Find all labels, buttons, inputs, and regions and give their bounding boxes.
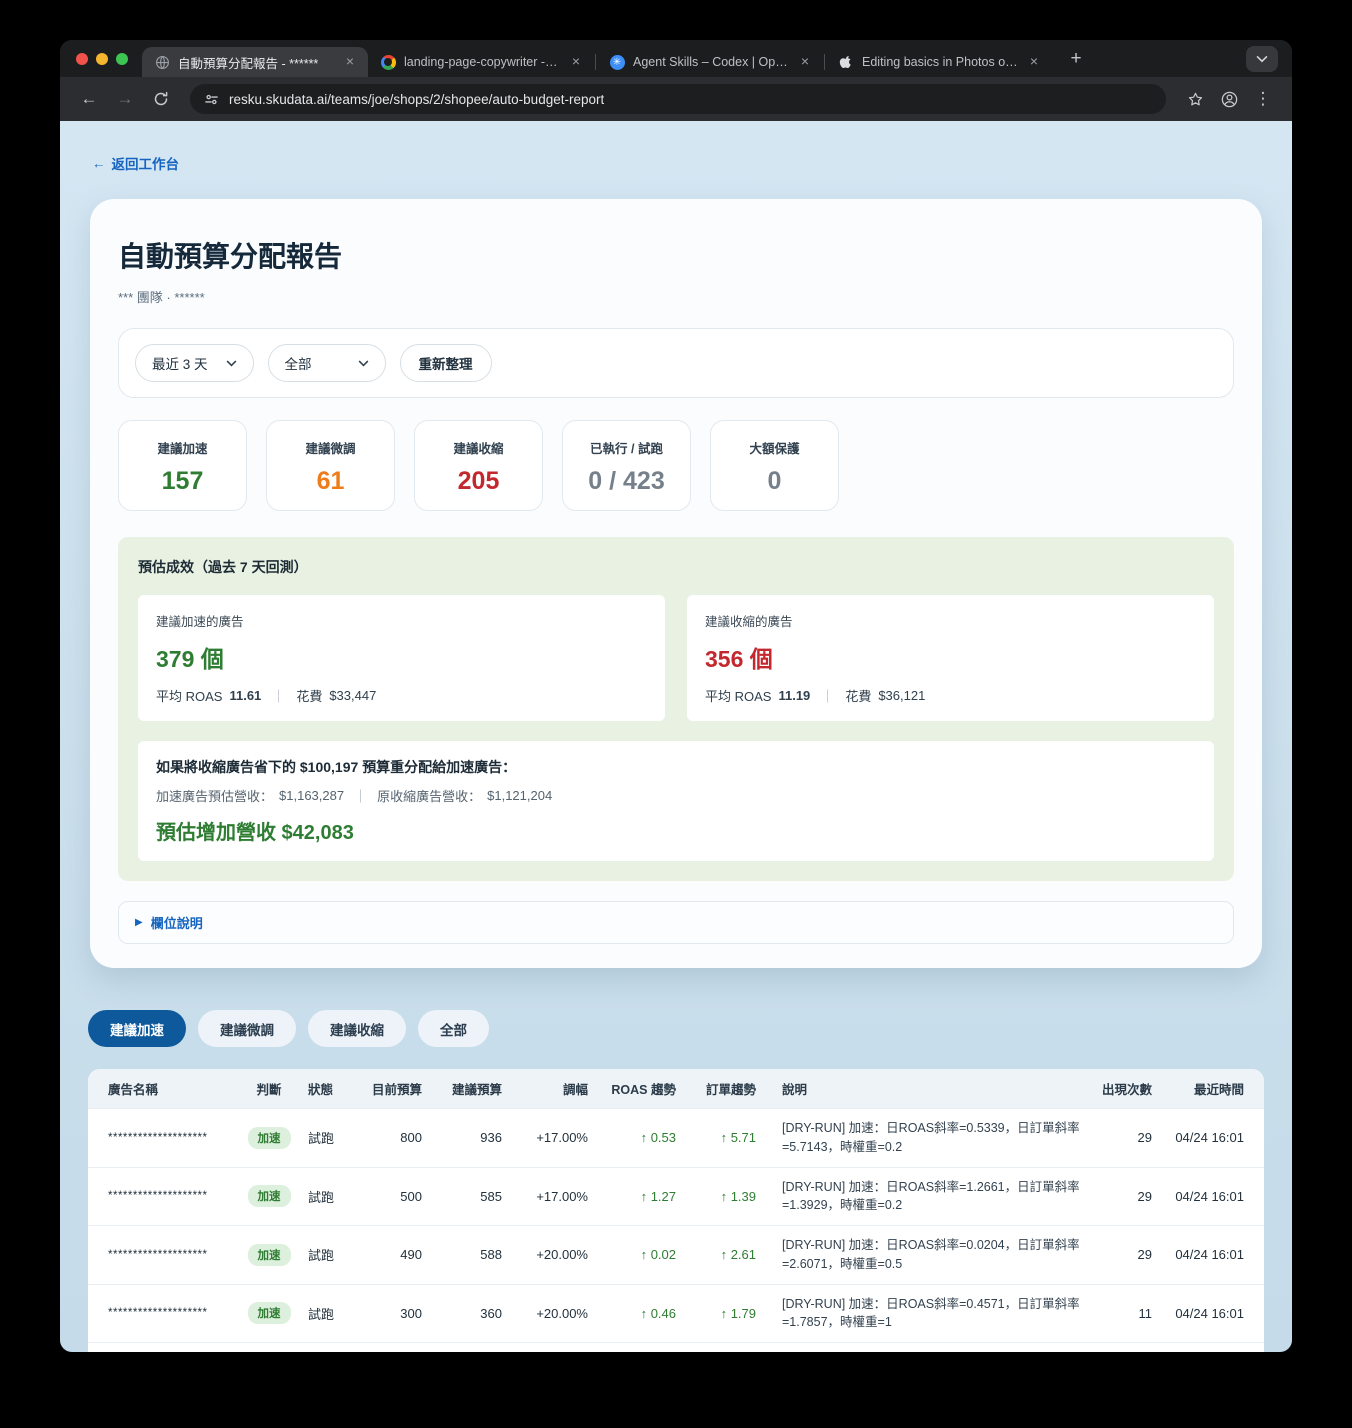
estimate-summary-card: 如果將收縮廣告省下的 $100,197 預算重分配給加速廣告： 加速廣告預估營收… — [138, 741, 1214, 861]
disclosure-triangle-icon: ▶ — [135, 917, 143, 928]
up-arrow-icon: ↑ — [720, 1305, 728, 1321]
tab-all[interactable]: 全部 — [418, 1010, 489, 1047]
stat-value: 0 — [767, 467, 782, 495]
stats-row: 建議加速 157 建議微調 61 建議收縮 205 已執行 / 試跑 0 / 4… — [118, 420, 1234, 511]
up-arrow-icon: ↑ — [640, 1130, 648, 1146]
report-table: 廣告名稱 判斷 狀態 目前預算 建議預算 調幅 ROAS 趨勢 訂單趨勢 說明 … — [88, 1069, 1264, 1352]
browser-window: 自動預算分配報告 - ****** × landing-page-copywri… — [60, 40, 1292, 1352]
tab-title: landing-page-copywriter - Go — [404, 55, 560, 69]
openai-icon: ✳ — [609, 54, 625, 70]
url-text[interactable]: resku.skudata.ai/teams/joe/shops/2/shope… — [229, 92, 604, 107]
filter-bar: 最近 3 天 全部 重新整理 — [118, 328, 1234, 398]
site-info-icon[interactable] — [204, 92, 219, 107]
refresh-button[interactable]: 重新整理 — [399, 344, 492, 382]
table-row[interactable]: ******************** 加速 試跑 250 300 +20.0… — [88, 1342, 1264, 1352]
bookmark-star-icon[interactable] — [1180, 84, 1210, 114]
stat-value: 0 / 423 — [588, 467, 665, 495]
close-icon[interactable]: × — [797, 54, 813, 70]
globe-icon — [154, 54, 170, 70]
tab-accelerate[interactable]: 建議加速 — [88, 1010, 186, 1047]
stat-value: 157 — [161, 467, 204, 495]
judgement-badge: 加速 — [247, 1302, 291, 1325]
tab-title: 自動預算分配報告 - ****** — [178, 56, 319, 71]
back-button[interactable]: ← — [74, 84, 104, 114]
stat-card-finetune: 建議微調 61 — [266, 420, 395, 511]
judgement-badge: 加速 — [247, 1185, 291, 1208]
tab-title: Editing basics in Photos on M — [862, 55, 1018, 69]
browser-tab[interactable]: ✳ Agent Skills – Codex | OpenAI × — [597, 47, 823, 77]
estimate-count: 356 個 — [705, 646, 773, 672]
browser-tab[interactable]: Editing basics in Photos on M × — [826, 47, 1052, 77]
reload-button[interactable] — [146, 84, 176, 114]
up-arrow-icon: ↑ — [720, 1247, 728, 1263]
tab-search-button[interactable] — [1246, 46, 1278, 72]
up-arrow-icon: ↑ — [720, 1188, 728, 1204]
tab-strip: 自動預算分配報告 - ****** × landing-page-copywri… — [60, 40, 1292, 77]
tab-separator — [595, 54, 596, 70]
tab-shrink[interactable]: 建議收縮 — [308, 1010, 406, 1047]
report-card: 自動預算分配報告 *** 團隊 · ****** 最近 3 天 全部 重新整理 … — [90, 199, 1262, 968]
url-bar[interactable]: resku.skudata.ai/teams/joe/shops/2/shope… — [190, 84, 1166, 114]
table-row[interactable]: ******************** 加速 試跑 800 936 +17.0… — [88, 1108, 1264, 1167]
close-icon[interactable]: × — [568, 54, 584, 70]
back-to-workbench-link[interactable]: ← 返回工作台 — [92, 153, 179, 173]
browser-tab[interactable]: landing-page-copywriter - Go × — [368, 47, 594, 77]
estimated-revenue-gain: 預估增加營收 $42,083 — [156, 822, 354, 844]
judgement-badge: 加速 — [247, 1243, 291, 1266]
page-title: 自動預算分配報告 — [118, 241, 343, 272]
forward-button[interactable]: → — [110, 84, 140, 114]
stat-card-executed: 已執行 / 試跑 0 / 423 — [562, 420, 691, 511]
apple-icon — [838, 54, 854, 70]
date-range-select[interactable]: 最近 3 天 — [135, 344, 254, 382]
estimate-card-shrink: 建議收縮的廣告 356 個 平均 ROAS 11.19 ｜ 花費 $36,121 — [687, 595, 1214, 721]
chevron-down-icon — [358, 360, 368, 367]
table-row[interactable]: ******************** 加速 試跑 500 585 +17.0… — [88, 1166, 1264, 1226]
back-arrow-icon: ← — [92, 155, 106, 171]
profile-avatar-icon[interactable] — [1214, 84, 1244, 114]
estimate-card-accelerate: 建議加速的廣告 379 個 平均 ROAS 11.61 ｜ 花費 $33,447 — [138, 595, 665, 721]
browser-menu-icon[interactable]: ⋮ — [1248, 84, 1278, 114]
type-select[interactable]: 全部 — [267, 344, 386, 382]
google-icon — [380, 54, 396, 70]
table-row[interactable]: ******************** 加速 試跑 300 360 +20.0… — [88, 1283, 1264, 1343]
field-help-toggle[interactable]: ▶ 欄位說明 — [118, 901, 1234, 944]
tab-finetune[interactable]: 建議微調 — [198, 1010, 296, 1047]
browser-toolbar: ← → resku.skudata.ai/teams/joe/shops/2/s… — [60, 77, 1292, 121]
page-subtitle: *** 團隊 · ****** — [118, 290, 205, 305]
up-arrow-icon: ↑ — [720, 1130, 728, 1146]
estimate-title: 預估成效（過去 7 天回測） — [138, 559, 308, 575]
new-tab-button[interactable]: + — [1064, 47, 1088, 71]
up-arrow-icon: ↑ — [640, 1247, 648, 1263]
judgement-badge: 加速 — [247, 1126, 291, 1149]
category-tabs: 建議加速 建議微調 建議收縮 全部 — [88, 1010, 1292, 1047]
window-controls[interactable] — [60, 40, 142, 77]
stat-card-protected: 大額保護 0 — [710, 420, 839, 511]
table-row[interactable]: ******************** 加速 試跑 490 588 +20.0… — [88, 1225, 1264, 1284]
zoom-window-button[interactable] — [116, 52, 128, 65]
minimize-window-button[interactable] — [96, 52, 108, 65]
stat-card-accelerate: 建議加速 157 — [118, 420, 247, 511]
reallocated-budget-amount: $100,197 — [299, 759, 359, 775]
close-window-button[interactable] — [76, 52, 88, 65]
table-header-row: 廣告名稱 判斷 狀態 目前預算 建議預算 調幅 ROAS 趨勢 訂單趨勢 說明 … — [88, 1069, 1264, 1109]
browser-tab-active[interactable]: 自動預算分配報告 - ****** × — [142, 47, 368, 77]
close-icon[interactable]: × — [342, 54, 358, 70]
stat-card-shrink: 建議收縮 205 — [414, 420, 543, 511]
page-content: ← 返回工作台 自動預算分配報告 *** 團隊 · ****** 最近 3 天 … — [60, 121, 1292, 1352]
tab-separator — [824, 54, 825, 70]
chevron-down-icon — [226, 360, 236, 367]
close-icon[interactable]: × — [1026, 54, 1042, 70]
tab-title: Agent Skills – Codex | OpenAI — [633, 55, 789, 69]
table-body: ******************** 加速 試跑 800 936 +17.0… — [88, 1108, 1264, 1352]
up-arrow-icon: ↑ — [640, 1188, 648, 1204]
stat-value: 205 — [457, 467, 500, 495]
stat-value: 61 — [316, 467, 345, 495]
estimate-count: 379 個 — [156, 646, 224, 672]
up-arrow-icon: ↑ — [640, 1305, 648, 1321]
estimate-panel: 預估成效（過去 7 天回測） 建議加速的廣告 379 個 平均 ROAS 11.6… — [118, 537, 1234, 881]
